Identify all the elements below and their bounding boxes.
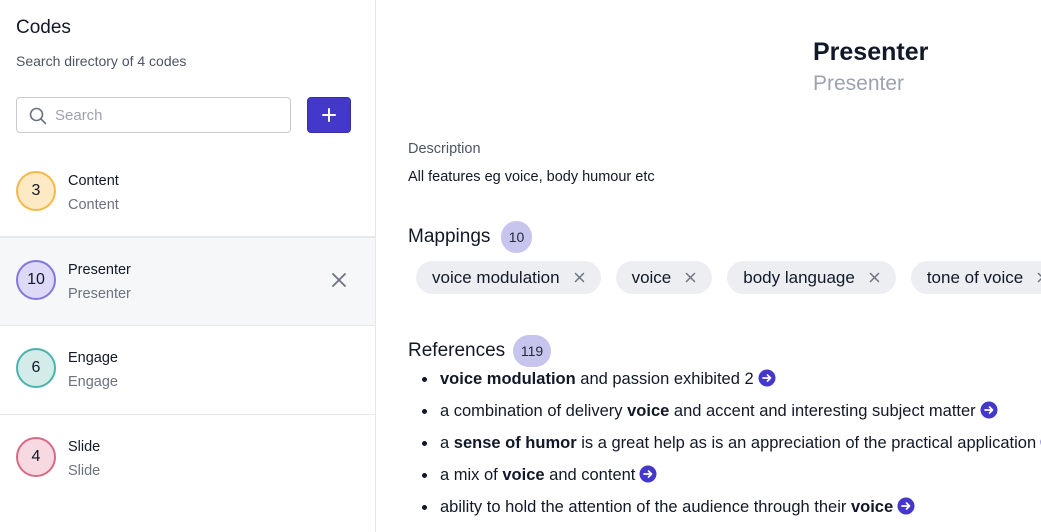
arrow-right-circle-icon[interactable]	[897, 497, 915, 515]
reference-text: ability to hold the attention of the aud…	[440, 498, 851, 516]
description-label: Description	[408, 141, 481, 157]
reference-text: and content	[544, 466, 636, 484]
code-count-badge: 4	[16, 437, 56, 477]
sidebar-title: Codes	[16, 17, 71, 38]
arrow-right-circle-icon[interactable]	[758, 369, 776, 387]
code-list: 3 Content Content 10 Presenter Presenter…	[0, 149, 375, 504]
sidebar-subtitle: Search directory of 4 codes	[16, 53, 187, 69]
reference-item: a mix of voice and content	[420, 459, 1041, 491]
search-input[interactable]	[55, 104, 280, 126]
reference-text: is a great help as is an appreciation of…	[576, 434, 1037, 452]
remove-icon[interactable]	[869, 272, 880, 283]
mapping-tag-label: voice modulation	[432, 267, 560, 287]
mapping-tag-label: tone of voice	[926, 267, 1024, 287]
code-count-badge: 6	[16, 348, 56, 388]
code-count-badge: 10	[16, 260, 56, 300]
code-item-content[interactable]: 3 Content Content	[0, 149, 375, 237]
arrow-right-circle-icon[interactable]	[639, 465, 657, 483]
reference-text: a combination of delivery	[440, 402, 628, 420]
detail-subtitle: Presenter	[813, 72, 905, 95]
mapping-tag-label: body language	[743, 267, 855, 287]
references-list: voice modulation and passion exhibited 2…	[420, 363, 1041, 523]
reference-keyword: voice	[502, 466, 545, 484]
reference-item: a sense of humor is a great help as is a…	[420, 427, 1041, 459]
search-box[interactable]	[16, 97, 291, 133]
mapping-tag: body language	[727, 261, 896, 294]
reference-text: a	[440, 434, 454, 452]
code-subtitle: Presenter	[68, 286, 131, 302]
reference-keyword: voice	[850, 498, 894, 516]
plus-icon	[322, 108, 336, 122]
remove-icon[interactable]	[685, 272, 696, 283]
code-name: Engage	[68, 350, 118, 366]
code-name: Presenter	[68, 262, 131, 278]
reference-text: a mix of	[440, 466, 503, 484]
description-text: All features eg voice, body humour etc	[408, 169, 655, 185]
mapping-tag: voice modulation	[416, 261, 601, 294]
references-heading: References	[408, 340, 506, 361]
search-icon	[29, 107, 47, 125]
code-name: Slide	[68, 439, 101, 455]
detail-title: Presenter	[813, 38, 929, 66]
code-item-slide[interactable]: 4 Slide Slide	[0, 415, 375, 504]
remove-icon[interactable]	[574, 272, 585, 283]
codes-sidebar: Codes Search directory of 4 codes 3 Cont…	[0, 0, 376, 532]
reference-keyword: voice	[627, 402, 670, 420]
mappings-heading: Mappings	[408, 226, 491, 247]
reference-item: a combination of delivery voice and acce…	[420, 395, 1041, 427]
code-subtitle: Slide	[68, 463, 101, 479]
reference-text: and passion exhibited 2	[575, 370, 754, 388]
mapping-tag: tone of voice	[910, 261, 1041, 294]
code-name: Content	[68, 173, 119, 189]
arrow-right-circle-icon[interactable]	[980, 401, 998, 419]
remove-icon[interactable]	[1037, 272, 1041, 283]
code-subtitle: Engage	[68, 374, 118, 390]
code-item-engage[interactable]: 6 Engage Engage	[0, 326, 375, 415]
mappings-count-badge: 10	[501, 221, 532, 253]
code-item-presenter[interactable]: 10 Presenter Presenter	[0, 237, 375, 326]
mapping-tag: voice	[615, 261, 713, 294]
code-detail-panel: Presenter Presenter Description All feat…	[376, 0, 1041, 532]
reference-item: ability to hold the attention of the aud…	[420, 491, 1041, 523]
reference-item: voice modulation and passion exhibited 2	[420, 363, 1041, 395]
close-icon[interactable]	[330, 271, 348, 289]
reference-text: and accent and interesting subject matte…	[669, 402, 976, 420]
mapping-tags: voice modulation voice body language ton…	[416, 261, 1041, 295]
reference-keyword: voice modulation	[440, 370, 576, 388]
mapping-tag-label: voice	[631, 267, 672, 287]
code-count-badge: 3	[16, 171, 56, 211]
code-subtitle: Content	[68, 197, 119, 213]
add-code-button[interactable]	[307, 97, 351, 133]
reference-keyword: sense of humor	[453, 434, 577, 452]
